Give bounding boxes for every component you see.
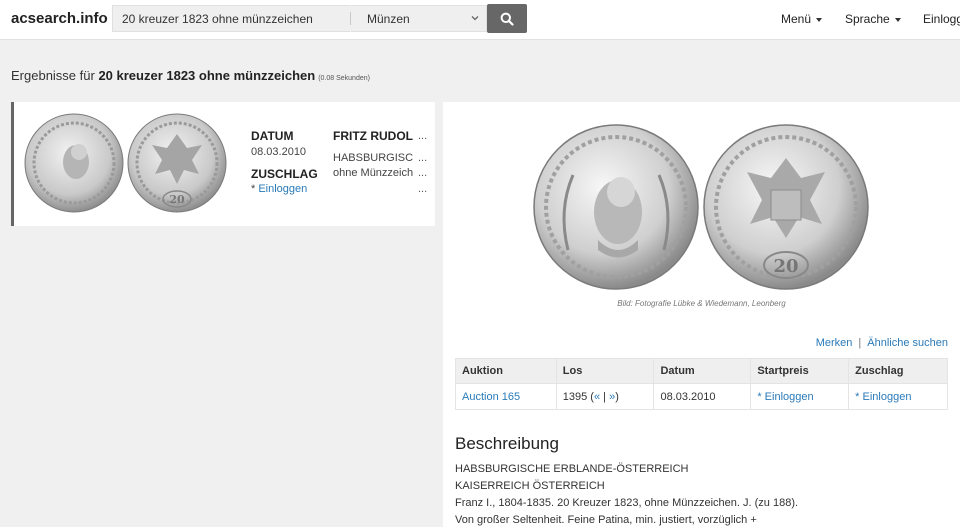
lot-nav-divider: | — [600, 390, 610, 403]
cell-start-price: * Einloggen — [750, 383, 850, 410]
bookmark-link[interactable]: Merken — [816, 337, 853, 349]
caret-down-icon — [894, 17, 901, 22]
login-link[interactable]: Einloggen — [258, 183, 307, 195]
category-select-value: Münzen — [367, 12, 410, 26]
results-time: (0.08 Sekunden) — [318, 75, 370, 82]
similar-search-link[interactable]: Ähnliche suchen — [867, 337, 948, 349]
header-date: Datum — [653, 358, 752, 384]
language-label: Sprache — [845, 12, 890, 26]
svg-text:20: 20 — [773, 256, 798, 277]
hammer-label: ZUSCHLAG — [251, 167, 318, 181]
ellipsis: ... — [418, 152, 428, 164]
search-icon — [500, 12, 514, 26]
auction-table: Auktion Los Datum Startpreis Zuschlag Au… — [455, 358, 948, 410]
description-line: KAISERREICH ÖSTERREICH — [455, 480, 605, 492]
coin-thumbnail[interactable]: 20 — [24, 112, 229, 214]
table-row: Auction 165 1395 (« | ») 08.03.2010 * Ei… — [455, 383, 948, 410]
lot-number: 1395 ( — [562, 390, 594, 403]
menu-dropdown[interactable]: Menü — [781, 12, 823, 26]
ellipsis: ... — [418, 167, 428, 179]
results-summary: Ergebnisse für 20 kreuzer 1823 ohne münz… — [11, 68, 370, 83]
description-line: Von großer Seltenheit. Feine Patina, min… — [455, 514, 757, 526]
action-links: Merken | Ähnliche suchen — [816, 337, 948, 349]
login-link[interactable]: Einlogg — [923, 12, 960, 26]
start-login-link[interactable]: * Einloggen — [757, 391, 813, 403]
lot-close: ) — [615, 390, 619, 403]
top-bar: acsearch.info 20 kreuzer 1823 ohne münzz… — [0, 0, 960, 40]
link-divider: | — [858, 337, 862, 349]
header-lot: Los — [555, 358, 655, 384]
ellipsis: ... — [418, 183, 428, 195]
cell-auction: Auction 165 — [455, 383, 557, 410]
ellipsis: ... — [418, 130, 428, 142]
cell-hammer-price: * Einloggen — [848, 383, 948, 410]
hammer-login-link[interactable]: * Einloggen — [855, 391, 911, 403]
lot-title-line1: HABSBURGISCHE — [333, 152, 413, 164]
hammer-value: * Einloggen — [251, 183, 307, 195]
image-caption: Bild: Fotografie Lübke & Wiedemann, Leon… — [617, 299, 786, 308]
start-star: * — [757, 390, 765, 403]
search-button[interactable] — [487, 4, 527, 33]
date-label: DATUM — [251, 129, 294, 143]
description-heading: Beschreibung — [455, 434, 559, 453]
cell-lot: 1395 (« | ») — [555, 383, 655, 410]
description-line: HABSBURGISCHE ERBLANDE-ÖSTERREICH — [455, 463, 689, 475]
auction-link[interactable]: Auction 165 — [462, 391, 520, 403]
lot-title-line2: ohne Münzzeichen — [333, 167, 413, 179]
detail-panel: 20 Bild: Fotografie Lübke & Wiedemann, L… — [443, 102, 960, 527]
coin-image[interactable]: 20 — [533, 120, 870, 295]
search-input[interactable]: 20 kreuzer 1823 ohne münzzeichen — [112, 5, 350, 32]
menu-label: Menü — [781, 12, 812, 26]
header-start-price: Startpreis — [750, 358, 850, 384]
site-logo[interactable]: acsearch.info — [11, 10, 108, 27]
results-prefix: Ergebnisse für — [11, 68, 99, 83]
caret-down-icon — [816, 17, 823, 22]
result-card[interactable]: 20 DATUM 08.03.2010 ZUSCHLAG * Einloggen… — [11, 102, 435, 226]
cell-date: 08.03.2010 — [653, 383, 752, 410]
header-auction: Auktion — [455, 358, 557, 384]
hammer-star: * — [855, 390, 863, 403]
start-login-label: Einloggen — [764, 390, 814, 403]
description-line: Franz I., 1804-1835. 20 Kreuzer 1823, oh… — [455, 497, 799, 509]
table-header-row: Auktion Los Datum Startpreis Zuschlag — [455, 358, 948, 384]
auction-house[interactable]: FRITZ RUDOLF — [333, 129, 413, 143]
header-hammer-price: Zuschlag — [848, 358, 948, 384]
results-query: 20 kreuzer 1823 ohne münzzeichen — [98, 68, 316, 83]
svg-text:20: 20 — [169, 193, 185, 206]
hammer-login-label: Einloggen — [862, 390, 912, 403]
category-select[interactable]: Münzen — [351, 5, 487, 32]
language-dropdown[interactable]: Sprache — [845, 12, 901, 26]
date-value: 08.03.2010 — [251, 146, 307, 158]
chevron-down-icon — [471, 16, 479, 21]
